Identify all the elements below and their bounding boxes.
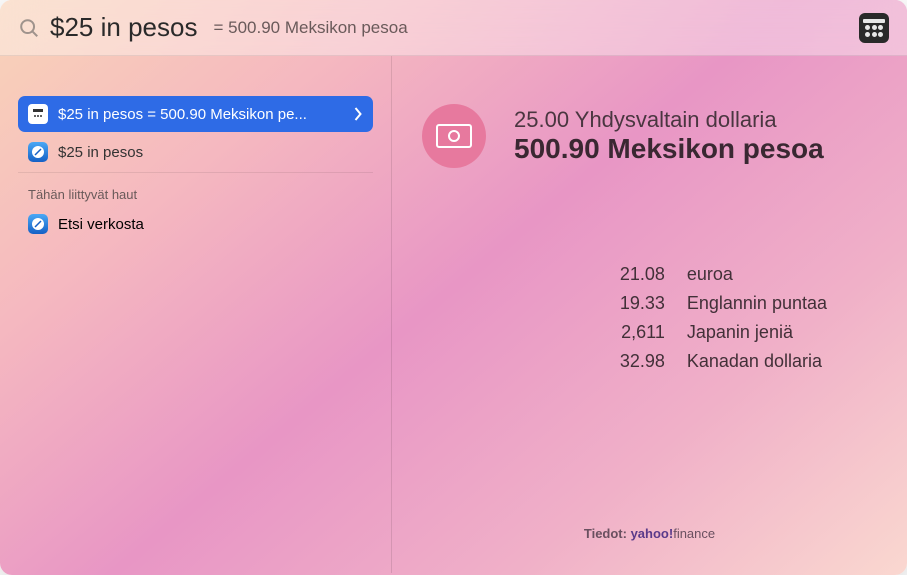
conversion-value: 19.33 xyxy=(585,293,665,314)
footer-prefix: Tiedot: xyxy=(584,526,631,541)
conversion-row: 32.98 Kanadan dollaria xyxy=(585,351,827,372)
search-web-label: Etsi verkosta xyxy=(58,216,363,233)
conversion-row: 2,611 Japanin jeniä xyxy=(585,322,827,343)
search-inline-result: = 500.90 Meksikon pesoa xyxy=(213,18,407,38)
result-amount: 500.90 Meksikon pesoa xyxy=(514,133,824,165)
footer-brand: yahoo! xyxy=(631,526,674,541)
conversion-text: 25.00 Yhdysvaltain dollaria 500.90 Meksi… xyxy=(514,107,824,165)
spotlight-window: $25 in pesos = 500.90 Meksikon pesoa $25… xyxy=(0,0,907,575)
detail-panel: 25.00 Yhdysvaltain dollaria 500.90 Meksi… xyxy=(392,56,907,573)
data-source-footer: Tiedot: yahoo!finance xyxy=(422,526,877,553)
results-sidebar: $25 in pesos = 500.90 Meksikon pe... $25… xyxy=(0,56,392,573)
footer-brand-sub: finance xyxy=(673,526,715,541)
search-icon xyxy=(18,17,40,39)
conversion-row: 19.33 Englannin puntaa xyxy=(585,293,827,314)
result-item-label: $25 in pesos = 500.90 Meksikon pe... xyxy=(58,106,344,123)
result-item-calculator[interactable]: $25 in pesos = 500.90 Meksikon pe... xyxy=(18,96,373,132)
conversion-hero: 25.00 Yhdysvaltain dollaria 500.90 Meksi… xyxy=(422,104,877,168)
result-item-safari[interactable]: $25 in pesos xyxy=(18,134,373,173)
search-query-text[interactable]: $25 in pesos xyxy=(50,12,197,43)
conversion-row: 21.08 euroa xyxy=(585,264,827,285)
conversion-value: 21.08 xyxy=(585,264,665,285)
conversion-label: Kanadan dollaria xyxy=(687,351,822,372)
search-bar: $25 in pesos = 500.90 Meksikon pesoa xyxy=(0,0,907,56)
calculator-app-icon[interactable] xyxy=(859,13,889,43)
other-conversions: 21.08 euroa 19.33 Englannin puntaa 2,611… xyxy=(585,264,827,380)
answer-text: 500.90 Meksikon pesoa xyxy=(228,18,408,37)
conversion-label: Japanin jeniä xyxy=(687,322,793,343)
calculator-icon xyxy=(28,104,48,124)
banknote-icon xyxy=(422,104,486,168)
search-web-item[interactable]: Etsi verkosta xyxy=(18,206,373,242)
source-amount: 25.00 Yhdysvaltain dollaria xyxy=(514,107,824,133)
answer-prefix: = xyxy=(213,18,228,37)
content-body: $25 in pesos = 500.90 Meksikon pe... $25… xyxy=(0,56,907,573)
conversion-value: 32.98 xyxy=(585,351,665,372)
safari-icon xyxy=(28,214,48,234)
conversion-label: Englannin puntaa xyxy=(687,293,827,314)
chevron-right-icon xyxy=(354,107,363,121)
safari-icon xyxy=(28,142,48,162)
result-item-label: $25 in pesos xyxy=(58,144,363,161)
related-searches-header: Tähän liittyvät haut xyxy=(18,175,373,206)
conversion-label: euroa xyxy=(687,264,733,285)
conversion-value: 2,611 xyxy=(585,322,665,343)
